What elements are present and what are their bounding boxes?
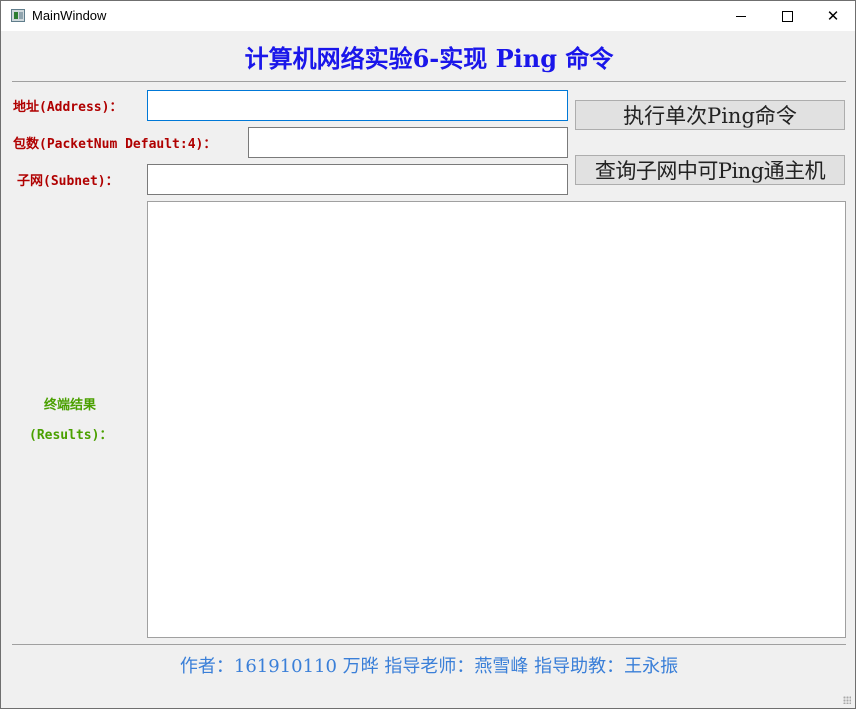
close-icon: ✕ [826, 6, 840, 25]
main-window: MainWindow ✕ 计算机网络实验6-实现 Ping 命令 地址(Addr… [0, 0, 856, 709]
resize-grip-icon[interactable] [843, 696, 851, 704]
close-button[interactable]: ✕ [810, 1, 856, 31]
results-label: 终端结果 [44, 398, 97, 413]
page-title: 计算机网络实验6-实现 Ping 命令 [244, 44, 614, 73]
address-label: 地址(Address)： [13, 100, 123, 115]
ping-once-button[interactable]: 执行单次Ping命令 [575, 100, 845, 130]
packet-num-input[interactable] [248, 127, 568, 158]
window-title: MainWindow [32, 8, 107, 23]
results-label-en: (Results)： [29, 428, 113, 443]
results-textarea[interactable] [147, 201, 846, 638]
minimize-icon [736, 15, 746, 17]
bottom-divider [12, 644, 846, 645]
subnet-input[interactable] [147, 164, 568, 195]
address-input[interactable] [147, 90, 568, 121]
query-subnet-button[interactable]: 查询子网中可Ping通主机 [575, 155, 845, 185]
app-icon [11, 9, 25, 22]
maximize-button[interactable] [764, 1, 810, 31]
title-bar[interactable]: MainWindow ✕ [1, 1, 855, 31]
maximize-icon [781, 10, 793, 22]
footer-credits: 作者：161910110 万晔 指导老师：燕雪峰 指导助教：王永振 [179, 656, 679, 677]
minimize-button[interactable] [718, 1, 764, 31]
subnet-label: 子网(Subnet)： [17, 174, 119, 189]
top-divider [12, 81, 846, 82]
packet-num-label: 包数(PacketNum Default:4)： [13, 137, 217, 152]
